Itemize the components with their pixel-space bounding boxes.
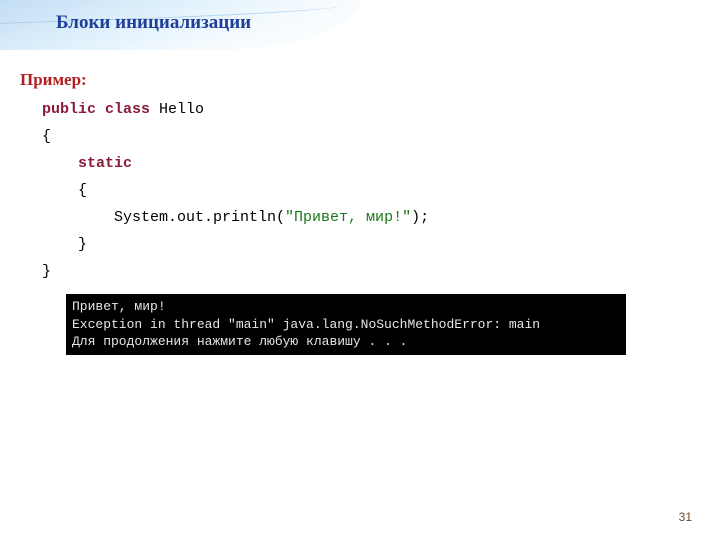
brace-close: }	[42, 263, 51, 280]
keyword-class: class	[105, 101, 150, 118]
class-name: Hello	[150, 101, 204, 118]
brace-open-inner: {	[78, 182, 87, 199]
keyword-static: static	[78, 155, 132, 172]
statement-suffix: );	[411, 209, 429, 226]
page-number: 31	[679, 510, 692, 524]
console-output: Привет, мир! Exception in thread "main" …	[66, 294, 626, 355]
code-block: public class Hello { static { System.out…	[20, 96, 700, 285]
example-label: Пример:	[20, 70, 700, 90]
statement-prefix: System.out.println(	[114, 209, 285, 226]
slide-content: Пример: public class Hello { static { Sy…	[20, 70, 700, 285]
string-literal: "Привет, мир!"	[285, 209, 411, 226]
slide-title: Блоки инициализации	[56, 12, 251, 34]
console-line-2: Exception in thread "main" java.lang.NoS…	[72, 317, 540, 332]
brace-close-inner: }	[78, 236, 87, 253]
brace-open: {	[42, 128, 51, 145]
console-line-1: Привет, мир!	[72, 299, 166, 314]
keyword-public: public	[42, 101, 96, 118]
console-line-3: Для продолжения нажмите любую клавишу . …	[72, 334, 407, 349]
